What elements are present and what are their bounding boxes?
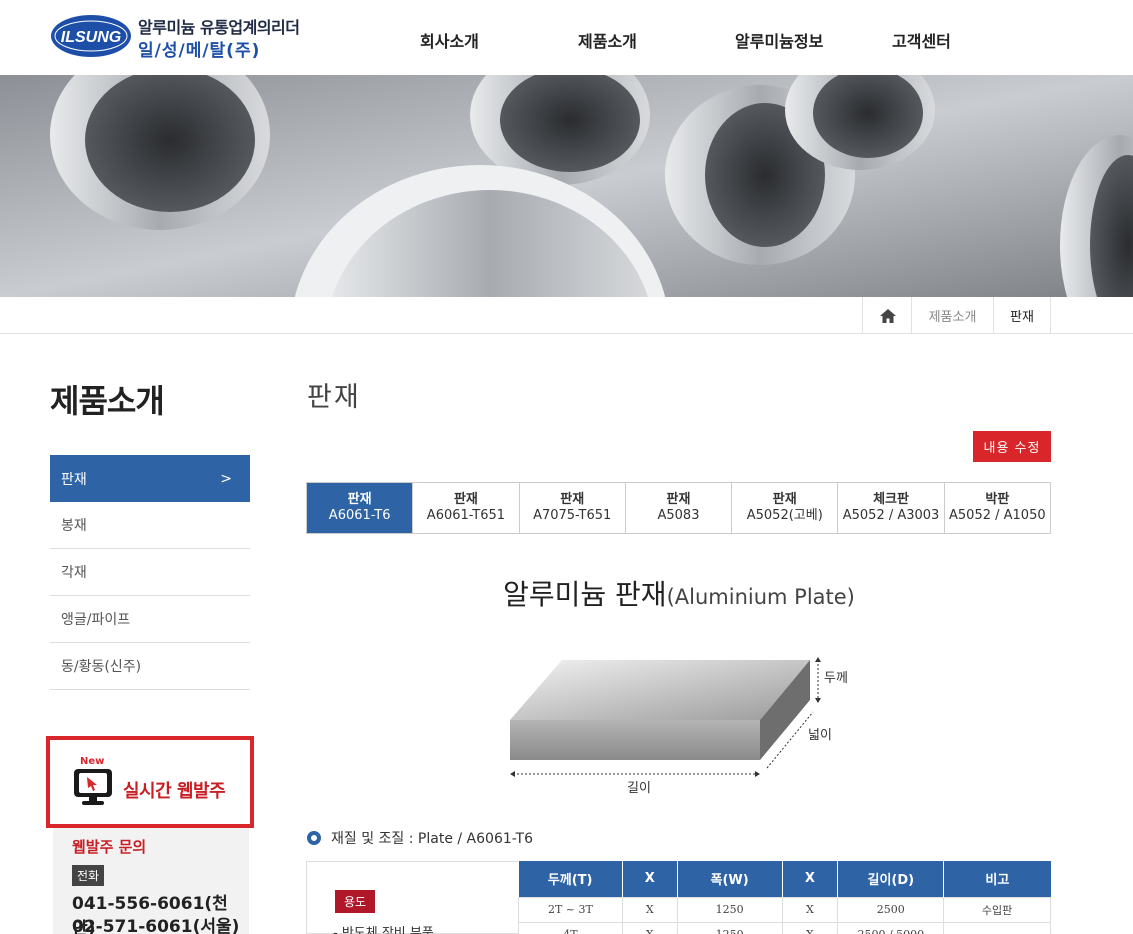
table-cell: 1250 xyxy=(676,896,783,923)
nav-company[interactable]: 회사소개 xyxy=(420,28,479,52)
nav-products[interactable]: 제품소개 xyxy=(578,28,637,52)
tab-category: 판재 xyxy=(347,492,372,507)
tab-grade: A5052 / A3003 xyxy=(842,508,940,523)
sidebar-item-square-bar[interactable]: 각재 xyxy=(50,549,250,596)
plate-heading-sub: (Aluminium Plate) xyxy=(666,585,855,609)
page-title: 판재 xyxy=(307,382,361,413)
table-cell: X xyxy=(781,921,839,934)
col-x: X xyxy=(782,861,839,897)
tab-a7075-t651[interactable]: 판재 A7075-T651 xyxy=(520,483,626,533)
table-row: 2T ~ 3T X 1250 X 2500 수입판 xyxy=(518,896,1051,923)
bullet-circle-icon xyxy=(307,831,321,845)
table-cell xyxy=(943,921,1051,934)
company-tagline: 알루미늄 유통업계의리더 xyxy=(138,18,300,37)
usage-cell: 용도 - 반도체 장비 부품 xyxy=(306,861,518,934)
contact-title: 웹발주 문의 xyxy=(72,838,147,856)
phone-tag: 전화 xyxy=(72,865,105,886)
tab-grade: A6061-T6 xyxy=(328,508,391,523)
sidebar-title: 제품소개 xyxy=(50,382,165,420)
tab-grade: A7075-T651 xyxy=(533,508,612,523)
col-x: X xyxy=(622,861,678,897)
tab-a5083[interactable]: 판재 A5083 xyxy=(626,483,733,533)
sidebar-item-angle-pipe[interactable]: 앵글/파이프 xyxy=(50,596,250,643)
tab-grade: A5083 xyxy=(657,508,700,523)
ilsung-logo[interactable]: ILSUNG xyxy=(50,14,132,58)
table-cell: 2500 xyxy=(837,896,945,923)
tab-grade: A5052 / A1050 xyxy=(949,508,1046,523)
logo-wordmark: ILSUNG xyxy=(61,29,121,46)
col-length: 길이(D) xyxy=(837,861,945,897)
home-icon[interactable] xyxy=(862,297,912,334)
breadcrumb-plate[interactable]: 판재 xyxy=(993,297,1051,334)
table-cell: X xyxy=(621,921,678,934)
breadcrumb-products[interactable]: 제품소개 xyxy=(911,297,993,334)
tab-a6061-t6[interactable]: 판재 A6061-T6 xyxy=(307,483,414,533)
tab-a6061-t651[interactable]: 판재 A6061-T651 xyxy=(413,483,520,533)
col-note: 비고 xyxy=(943,861,1051,897)
tab-grade: A6061-T651 xyxy=(426,508,506,523)
plate-dimension-diagram: 두께 넓이 길이 xyxy=(510,657,848,796)
web-order-banner[interactable]: New 실시간 웹발주 xyxy=(46,736,254,828)
tab-thin-plate[interactable]: 박판 A5052 / A1050 xyxy=(945,483,1050,533)
site-header: ILSUNG 알루미늄 유통업계의리더 일/성/메/탈(주) 회사소개 제품소개… xyxy=(0,0,1133,75)
product-tabs: 판재 A6061-T6 판재 A6061-T651 판재 A7075-T651 … xyxy=(306,482,1051,534)
new-badge: New xyxy=(80,756,105,767)
chevron-right-icon: > xyxy=(220,470,232,487)
material-spec: 재질 및 조질 : Plate / A6061-T6 xyxy=(307,828,533,848)
col-thickness: 두께(T) xyxy=(518,861,623,897)
col-width: 폭(W) xyxy=(677,861,783,897)
table-cell: 2500 / 5000 xyxy=(837,921,945,934)
tab-category: 박판 xyxy=(985,492,1010,507)
material-spec-text: 재질 및 조질 : Plate / A6061-T6 xyxy=(331,831,533,847)
dimension-table: 두께(T) X 폭(W) X 길이(D) 비고 2T ~ 3T X 1250 X… xyxy=(518,861,1051,934)
tab-category: 판재 xyxy=(666,492,691,507)
sidebar-menu: 판재 > 봉재 각재 앵글/파이프 동/황동(신주) xyxy=(50,455,250,690)
tab-category: 판재 xyxy=(453,492,478,507)
monitor-icon xyxy=(74,769,112,805)
sidebar-item-label: 판재 xyxy=(61,471,87,488)
table-cell: X xyxy=(621,896,678,923)
plate-heading-main: 알루미늄 판재 xyxy=(503,578,667,611)
tab-a5052-kobe[interactable]: 판재 A5052(고베) xyxy=(732,483,839,533)
tab-category: 판재 xyxy=(560,492,585,507)
sidebar-item-bar[interactable]: 봉재 xyxy=(50,502,250,549)
usage-text: - 반도체 장비 부품 xyxy=(333,926,434,934)
sidebar-item-copper-brass[interactable]: 동/황동(신주) xyxy=(50,643,250,690)
table-cell: 1250 xyxy=(676,921,783,934)
sidebar-item-plate[interactable]: 판재 > xyxy=(50,455,250,502)
table-cell: 4T xyxy=(518,921,623,934)
table-cell: 2T ~ 3T xyxy=(518,896,623,923)
usage-tag: 용도 xyxy=(335,890,376,913)
web-order-label: 실시간 웹발주 xyxy=(123,781,226,802)
table-cell: X xyxy=(781,896,839,923)
nav-aluminum-info[interactable]: 알루미늄정보 xyxy=(735,28,823,52)
company-name: 일/성/메/탈(주) xyxy=(138,41,261,61)
plate-heading: 알루미늄 판재(Aluminium Plate) xyxy=(307,573,1051,613)
tab-checker-plate[interactable]: 체크판 A5052 / A3003 xyxy=(838,483,945,533)
tab-grade: A5052(고베) xyxy=(746,508,823,523)
edit-content-button[interactable]: 내용 수정 xyxy=(973,431,1051,462)
spec-table: 용도 - 반도체 장비 부품 두께(T) X 폭(W) X 길이(D) 비고 2… xyxy=(306,861,1051,934)
hero-image xyxy=(0,75,1133,297)
length-label: 길이 xyxy=(627,781,651,796)
contact-box: 웹발주 문의 전화 041-556-6061(천안) 02-571-6061(서… xyxy=(53,828,249,934)
thickness-label: 두께 xyxy=(824,671,848,686)
width-label: 넓이 xyxy=(808,728,832,743)
table-cell: 수입판 xyxy=(943,896,1051,923)
tab-category: 체크판 xyxy=(873,492,909,507)
phone-seoul: 02-571-6061(서울) xyxy=(72,917,240,934)
tab-category: 판재 xyxy=(772,492,797,507)
table-row: 4T X 1250 X 2500 / 5000 xyxy=(518,921,1051,934)
nav-customer-center[interactable]: 고객센터 xyxy=(892,28,951,52)
